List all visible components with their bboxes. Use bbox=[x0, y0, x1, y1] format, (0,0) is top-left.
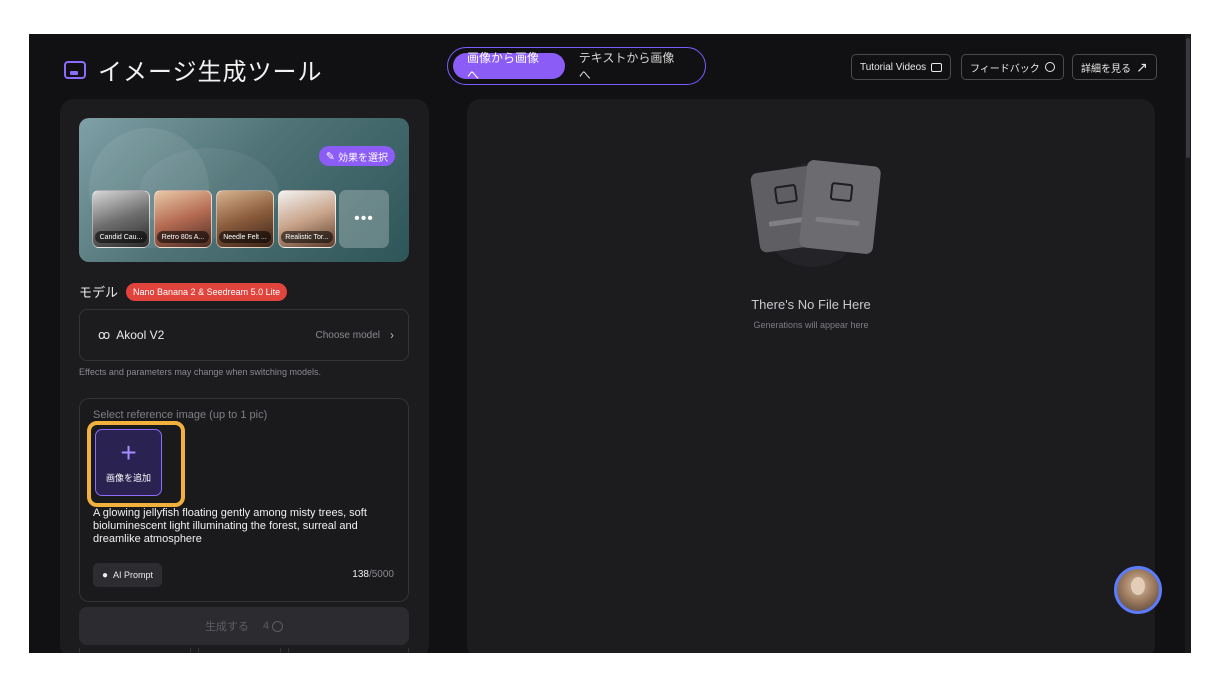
select-effect-label: 効果を選択 bbox=[338, 152, 388, 164]
credit-cost: 4 bbox=[262, 620, 284, 632]
option-tab[interactable] bbox=[198, 648, 281, 653]
scrollbar-thumb[interactable] bbox=[1186, 38, 1190, 158]
external-arrow-icon: ↗ bbox=[1136, 59, 1148, 75]
character-counter: 138/5000 bbox=[352, 569, 394, 580]
feedback-label: フィードバック bbox=[970, 63, 1040, 75]
effect-thumbnail[interactable]: Retro 80s A... bbox=[154, 190, 212, 248]
empty-state-subtitle: Generations will appear here bbox=[753, 320, 869, 330]
file-line-decoration bbox=[815, 216, 860, 227]
lightbulb-icon: ● bbox=[102, 569, 109, 581]
reference-prompt-box: Select reference image (up to 1 pic) + 画… bbox=[79, 398, 409, 602]
film-icon bbox=[931, 62, 943, 72]
effect-thumbnail-label: Retro 80s A... bbox=[157, 231, 209, 243]
more-effects-button[interactable]: ••• bbox=[339, 190, 389, 248]
left-panel: ✎ 効果を選択 Candid Cau... Retro 80s A... Nee… bbox=[60, 99, 429, 653]
credit-coin-icon bbox=[272, 620, 284, 632]
ai-prompt-button[interactable]: ● AI Prompt bbox=[93, 563, 163, 587]
avatar-face bbox=[1131, 577, 1145, 595]
feedback-button[interactable]: フィードバック bbox=[961, 54, 1064, 80]
effect-thumbnail[interactable]: Realistic Tor... bbox=[278, 190, 336, 248]
pencil-icon: ✎ bbox=[325, 150, 335, 163]
generate-label: 生成する bbox=[204, 621, 249, 633]
add-image-button[interactable]: + 画像を追加 bbox=[95, 429, 162, 496]
details-button[interactable]: 詳細を見る ↗ bbox=[1072, 54, 1157, 80]
model-selector[interactable]: ꝏ Akool V2 Choose model › bbox=[79, 309, 409, 361]
image-spark-icon bbox=[64, 60, 86, 79]
model-switch-note: Effects and parameters may change when s… bbox=[79, 367, 321, 377]
effects-banner: ✎ 効果を選択 Candid Cau... Retro 80s A... Nee… bbox=[79, 118, 409, 262]
app-header-title: イメージ生成ツール bbox=[64, 52, 323, 87]
select-effect-button[interactable]: ✎ 効果を選択 bbox=[318, 146, 395, 166]
option-tab[interactable] bbox=[79, 648, 191, 653]
tab-image-to-image[interactable]: 画像から画像へ bbox=[453, 51, 565, 82]
character-max: /5000 bbox=[368, 569, 394, 580]
ai-prompt-label: AI Prompt bbox=[113, 570, 154, 580]
video-file-icon bbox=[798, 159, 882, 255]
akool-logo-icon: ꝏ bbox=[98, 328, 111, 342]
tutorial-videos-label: Tutorial Videos bbox=[860, 61, 927, 73]
image-glyph-icon bbox=[773, 183, 799, 205]
empty-state-title: There's No File Here bbox=[751, 297, 871, 312]
effect-thumbnail-label: Candid Cau... bbox=[95, 231, 147, 243]
option-tab[interactable] bbox=[288, 648, 409, 653]
model-badge: Nano Banana 2 & Seedream 5.0 Lite bbox=[126, 282, 288, 301]
support-avatar-button[interactable] bbox=[1114, 566, 1162, 614]
film-glyph-icon bbox=[829, 181, 854, 203]
model-row: モデル Nano Banana 2 & Seedream 5.0 Lite bbox=[79, 282, 288, 301]
tab-text-to-image[interactable]: テキストから画像へ bbox=[565, 51, 700, 82]
effect-thumbnail[interactable]: Needle Felt ... bbox=[216, 190, 274, 248]
scrollbar[interactable] bbox=[1185, 34, 1191, 653]
effect-thumbnail[interactable]: Candid Cau... bbox=[92, 190, 150, 248]
credit-cost-value: 4 bbox=[262, 620, 270, 632]
bottom-option-tabs bbox=[79, 648, 409, 653]
page-title: イメージ生成ツール bbox=[98, 59, 323, 86]
mode-switch: 画像から画像へ テキストから画像へ bbox=[447, 47, 706, 85]
effect-thumbnail-label: Realistic Tor... bbox=[281, 231, 333, 243]
model-label: モデル bbox=[79, 285, 119, 300]
generate-button[interactable]: 生成する 4 bbox=[79, 607, 409, 645]
reference-hint: Select reference image (up to 1 pic) bbox=[93, 409, 268, 421]
tutorial-videos-button[interactable]: Tutorial Videos bbox=[851, 54, 952, 80]
results-panel: There's No File Here Generations will ap… bbox=[467, 99, 1155, 653]
prompt-textarea[interactable]: A glowing jellyfish floating gently amon… bbox=[93, 507, 393, 546]
character-count: 138 bbox=[352, 569, 369, 580]
add-image-label: 画像を追加 bbox=[105, 473, 151, 483]
model-name: Akool V2 bbox=[116, 328, 165, 342]
choose-model-label: Choose model bbox=[315, 329, 380, 341]
chat-bubble-icon bbox=[1044, 62, 1055, 72]
chevron-right-icon: › bbox=[390, 328, 394, 342]
details-label: 詳細を見る bbox=[1081, 63, 1131, 75]
effect-thumbnail-label: Needle Felt ... bbox=[219, 231, 271, 243]
plus-icon: + bbox=[120, 437, 137, 468]
app-window: イメージ生成ツール 画像から画像へ テキストから画像へ Tutorial Vid… bbox=[29, 34, 1191, 653]
